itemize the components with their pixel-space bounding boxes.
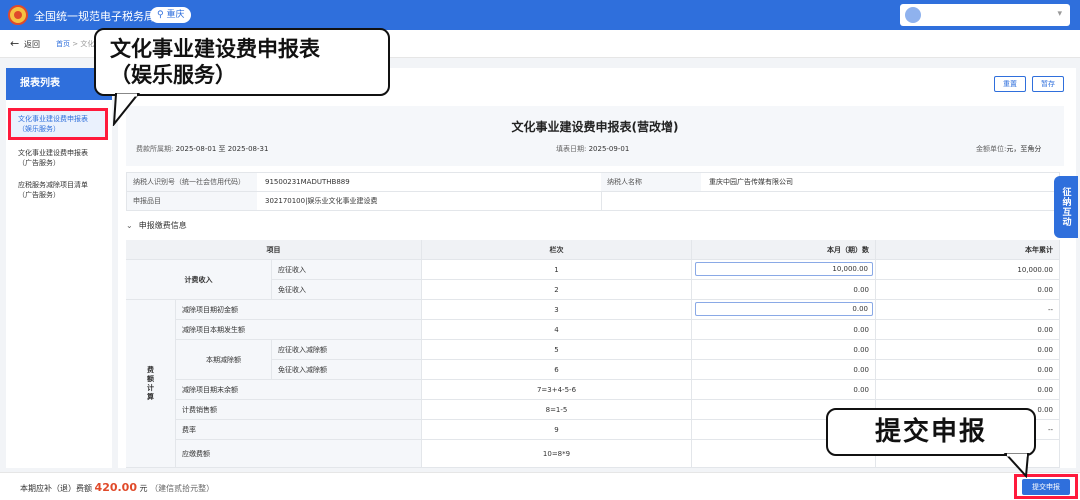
month-value: 0.00 bbox=[692, 360, 876, 380]
opening-balance-input[interactable]: 0.00 bbox=[695, 302, 873, 316]
year-value: 0.00 bbox=[876, 380, 1060, 400]
month-value: 0.00 bbox=[692, 340, 876, 360]
sub-deduction-group: 本期减除额 bbox=[176, 340, 272, 380]
row-label: 减除项目期末余额 bbox=[176, 380, 422, 400]
taxpayer-id-value: 91500231MADUTHB889 bbox=[265, 178, 350, 186]
chevron-down-icon: ▾ bbox=[1057, 9, 1062, 19]
group-billing-income: 计费收入 bbox=[126, 260, 272, 300]
year-value: 0.00 bbox=[876, 320, 1060, 340]
line-number: 10=8*9 bbox=[422, 440, 692, 468]
month-value: 0.00 bbox=[692, 380, 876, 400]
row-label: 免征收入减除额 bbox=[272, 360, 422, 380]
sidebar-item-advertising[interactable]: 文化事业建设费申报表 （广告服务） bbox=[10, 144, 108, 172]
line-number: 5 bbox=[422, 340, 692, 360]
col-header-year: 本年累计 bbox=[876, 240, 1060, 260]
city-name: 重庆 bbox=[166, 10, 185, 20]
interaction-float-tab[interactable]: 征纳互动 bbox=[1054, 176, 1078, 238]
due-amount: 420.00 bbox=[94, 481, 137, 494]
form-header: 文化事业建设费申报表(营改增) 费款所属期: 2025-08-01 至 2025… bbox=[126, 106, 1064, 166]
row-label: 减除项目本期发生额 bbox=[176, 320, 422, 340]
declare-item-label: 申报品目 bbox=[127, 192, 257, 210]
line-number: 9 bbox=[422, 420, 692, 440]
declare-item-row: 申报品目 302170100|娱乐业文化事业建设费 bbox=[126, 191, 1060, 211]
line-number: 3 bbox=[422, 300, 692, 320]
city-selector[interactable]: ⚲ 重庆 bbox=[150, 7, 192, 23]
unit-meta: 金额单位:元，至角分 bbox=[976, 145, 1042, 153]
amount-due: 本期应补（退）费额 420.00 元 （建信贰拾元整） bbox=[20, 481, 215, 494]
callout-tail-icon bbox=[112, 93, 141, 126]
taxpayer-name-value: 重庆中园广告传媒有限公司 bbox=[709, 178, 793, 186]
line-number: 2 bbox=[422, 280, 692, 300]
year-value: 0.00 bbox=[876, 340, 1060, 360]
form-title: 文化事业建设费申报表(营改增) bbox=[511, 120, 679, 134]
chevron-down-icon: ⌄ bbox=[126, 221, 133, 230]
group-fee-calc: 费额计算 bbox=[126, 300, 176, 468]
user-menu[interactable]: ▾ bbox=[900, 4, 1070, 26]
taxpayer-name-label: 纳税人名称 bbox=[601, 173, 701, 191]
year-value: -- bbox=[876, 300, 1060, 320]
year-value: 0.00 bbox=[876, 360, 1060, 380]
month-value: 0.00 bbox=[692, 280, 876, 300]
income-amount-input[interactable]: 10,000.00 bbox=[695, 262, 873, 276]
col-header-month: 本月（期）数 bbox=[692, 240, 876, 260]
declare-item-value: 302170100|娱乐业文化事业建设费 bbox=[265, 197, 378, 205]
row-label: 费率 bbox=[176, 420, 422, 440]
row-label: 免征收入 bbox=[272, 280, 422, 300]
section-header[interactable]: ⌄ 申报缴费信息 bbox=[126, 220, 187, 231]
callout-tail-icon bbox=[1003, 453, 1030, 478]
section-title: 申报缴费信息 bbox=[138, 221, 187, 230]
month-value: 0.00 bbox=[692, 320, 876, 340]
year-value: 10,000.00 bbox=[876, 260, 1060, 280]
callout-report-name: 文化事业建设费申报表 （娱乐服务） bbox=[94, 28, 390, 96]
back-arrow-icon[interactable]: ← bbox=[10, 37, 19, 50]
year-value: 0.00 bbox=[876, 280, 1060, 300]
taxpayer-id-label: 纳税人识别号（统一社会信用代码） bbox=[127, 173, 257, 191]
fill-date-meta: 填表日期: 2025-09-01 bbox=[556, 145, 630, 153]
line-number: 8=1-5 bbox=[422, 400, 692, 420]
avatar bbox=[905, 7, 921, 23]
site-name: 全国统一规范电子税务局 bbox=[34, 10, 155, 23]
col-header-line: 栏次 bbox=[422, 240, 692, 260]
col-header-item: 项目 bbox=[126, 240, 422, 260]
row-label: 应征收入减除额 bbox=[272, 340, 422, 360]
breadcrumb-current: 文化 bbox=[80, 40, 95, 48]
line-number: 6 bbox=[422, 360, 692, 380]
line-number: 4 bbox=[422, 320, 692, 340]
row-label: 减除项目期初金额 bbox=[176, 300, 422, 320]
breadcrumb-home[interactable]: 首页 bbox=[56, 40, 70, 48]
save-draft-button[interactable]: 暂存 bbox=[1032, 76, 1064, 92]
row-label: 计费销售额 bbox=[176, 400, 422, 420]
line-number: 1 bbox=[422, 260, 692, 280]
callout-submit: 提交申报 bbox=[826, 408, 1036, 456]
line-number: 7=3+4-5-6 bbox=[422, 380, 692, 400]
tax-emblem-icon bbox=[8, 5, 28, 25]
top-bar: 全国统一规范电子税务局 ⚲ 重庆 ▾ bbox=[0, 0, 1080, 30]
row-label: 应缴费额 bbox=[176, 440, 422, 468]
reset-button[interactable]: 重置 bbox=[994, 76, 1026, 92]
breadcrumb: 首页 > 文化 bbox=[56, 40, 95, 48]
back-button[interactable]: 返回 bbox=[24, 39, 40, 50]
row-label: 应征收入 bbox=[272, 260, 422, 280]
footer-bar: 本期应补（退）费额 420.00 元 （建信贰拾元整） 提交申报 bbox=[0, 472, 1080, 500]
sidebar-item-deduction-list[interactable]: 应税服务减除项目清单 （广告服务） bbox=[10, 176, 108, 204]
period-meta: 费款所属期: 2025-08-01 至 2025-08-31 bbox=[136, 145, 269, 153]
taxpayer-row: 纳税人识别号（统一社会信用代码） 91500231MADUTHB889 纳税人名… bbox=[126, 172, 1060, 192]
sidebar-highlight-box bbox=[8, 108, 108, 140]
